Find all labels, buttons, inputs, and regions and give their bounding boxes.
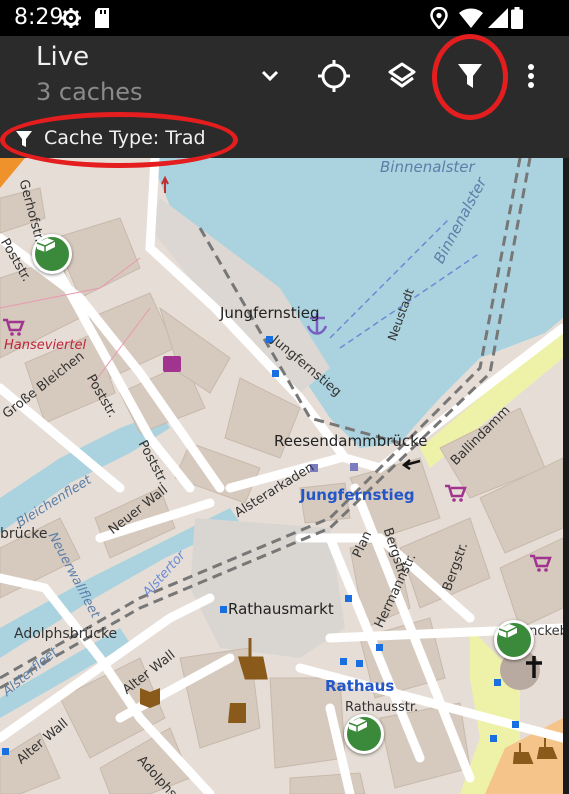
map-edge	[563, 158, 569, 794]
map-label-street: Rathausstr.	[345, 700, 419, 715]
map-label-place: Reesendammbrücke	[274, 432, 428, 450]
wifi-icon	[459, 8, 483, 28]
expand-dropdown-button[interactable]	[246, 52, 294, 100]
highlight-ellipse-filter-button	[432, 34, 508, 120]
location-pin-icon	[430, 7, 448, 29]
chevron-down-icon	[261, 70, 279, 82]
cache-box-icon	[36, 238, 56, 252]
cache-box-icon	[498, 624, 518, 638]
status-bar: 8:29	[0, 0, 569, 36]
map-label-place: Rathausmarkt	[228, 600, 334, 618]
gift-shop-icon	[163, 356, 181, 372]
sd-card-icon	[95, 8, 109, 28]
map-label-stop: Jungfernstieg	[300, 486, 415, 504]
map-label-place: Adolphsbrücke	[14, 626, 118, 642]
map-label-water: Binnenalster	[380, 158, 475, 176]
cache-box-icon	[348, 718, 368, 732]
settings-gear-icon	[61, 8, 81, 28]
battery-icon	[511, 7, 523, 29]
map-label-place: brücke	[0, 526, 48, 542]
map-label-stop: Rathaus	[325, 677, 395, 695]
cache-marker-traditional[interactable]	[494, 620, 534, 660]
more-vert-icon	[528, 64, 534, 88]
my-location-button[interactable]	[310, 52, 358, 100]
map-label-place: Jungfernstieg	[220, 304, 320, 322]
status-time: 8:29	[14, 5, 64, 30]
cache-count: 3 caches	[36, 78, 143, 106]
map-title: Live	[36, 42, 90, 72]
map-layers-button[interactable]	[378, 52, 426, 100]
highlight-ellipse-filter-bar	[0, 112, 238, 168]
overflow-menu-button[interactable]	[507, 52, 555, 100]
map-view[interactable]: Binnenalster Binnenalster Bleichenfleet …	[0, 158, 563, 794]
monument-icon	[228, 703, 246, 723]
crosshair-icon	[318, 60, 350, 92]
cache-marker-traditional[interactable]	[32, 234, 72, 274]
cell-signal-icon	[488, 8, 508, 28]
cache-marker-traditional[interactable]	[344, 714, 384, 754]
layers-icon	[388, 62, 416, 88]
map-label-district: Hanseviertel	[4, 338, 87, 353]
